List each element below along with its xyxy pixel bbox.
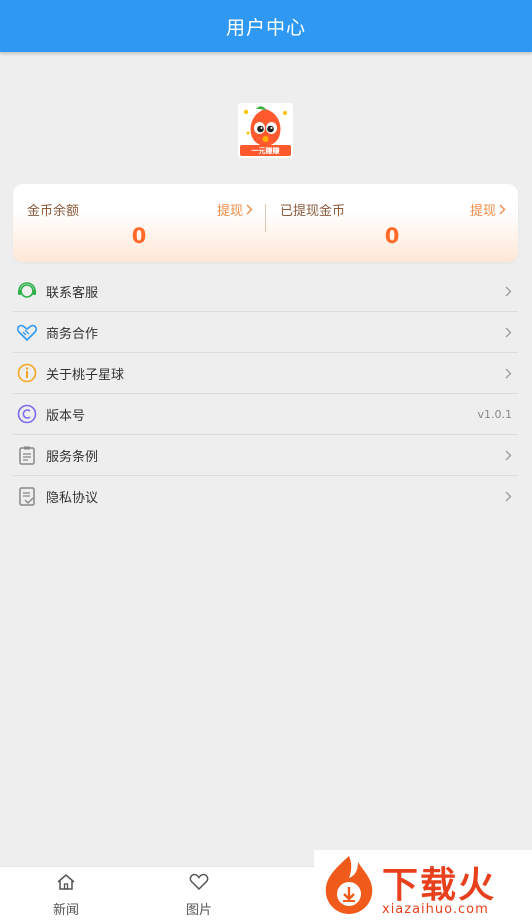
menu-item-label: 商务合作 xyxy=(46,326,99,342)
info-icon xyxy=(16,362,38,384)
chevron-right-icon xyxy=(499,204,506,215)
tab-label: 新闻 xyxy=(52,903,79,918)
coin-withdrawn-value: 0 xyxy=(384,224,400,248)
menu-item-label: 联系客服 xyxy=(46,285,99,301)
menu-item-label: 服务条例 xyxy=(46,449,99,465)
coin-withdrawn-panel: 已提现金币 提现 0 xyxy=(266,184,518,262)
menu-item-service-terms[interactable]: 服务条例 xyxy=(13,435,518,476)
coin-balance-label: 金币余额 xyxy=(27,204,80,219)
document-icon xyxy=(16,485,38,507)
avatar[interactable]: 一元赚赚 xyxy=(238,103,293,158)
menu-item-customer-service[interactable]: 联系客服 xyxy=(13,271,518,312)
withdraw-label: 提现 xyxy=(469,204,496,219)
page-title: 用户中心 xyxy=(225,16,306,39)
version-value: v1.0.1 xyxy=(477,407,513,421)
header-bar: 用户中心 xyxy=(0,0,532,52)
settings-menu: 联系客服 商务合作 关于桃子星球 版本号 v1.0.1 服务条例 隐私协议 xyxy=(13,271,518,516)
watermark-logo: 下载火 xiazaihuo.com xyxy=(314,850,532,920)
customer-service-icon xyxy=(16,280,38,302)
coin-balance-panel: 金币余额 提现 0 xyxy=(13,184,265,262)
tab-label: 图片 xyxy=(185,903,212,918)
coin-withdrawn-label: 已提现金币 xyxy=(280,204,346,219)
tab-news[interactable]: 新闻 xyxy=(36,873,96,918)
chevron-right-icon xyxy=(505,435,512,475)
withdraw-label: 提现 xyxy=(216,204,243,219)
menu-item-label: 隐私协议 xyxy=(46,490,99,506)
menu-item-label: 版本号 xyxy=(46,408,86,424)
menu-item-version[interactable]: 版本号 v1.0.1 xyxy=(13,394,518,435)
avatar-badge-text: 一元赚赚 xyxy=(251,147,280,155)
copyright-icon xyxy=(16,403,38,425)
chevron-right-icon xyxy=(505,271,512,311)
coin-balance-value: 0 xyxy=(131,224,147,248)
clipboard-icon xyxy=(16,444,38,466)
watermark-url: xiazaihuo.com xyxy=(382,902,489,917)
chevron-right-icon xyxy=(246,204,253,215)
tab-pictures[interactable]: 图片 xyxy=(169,873,229,918)
home-icon xyxy=(57,874,75,890)
chevron-right-icon xyxy=(505,476,512,516)
menu-item-business[interactable]: 商务合作 xyxy=(13,312,518,353)
menu-item-privacy[interactable]: 隐私协议 xyxy=(13,476,518,516)
coin-balance-withdraw-button[interactable]: 提现 xyxy=(217,200,253,219)
chevron-right-icon xyxy=(505,312,512,352)
watermark-text: 下载火 xyxy=(382,865,497,906)
coin-withdrawn-withdraw-button[interactable]: 提现 xyxy=(470,200,506,219)
menu-item-about[interactable]: 关于桃子星球 xyxy=(13,353,518,394)
heart-icon xyxy=(189,873,209,891)
flame-logo-icon xyxy=(325,856,373,914)
coin-card: 金币余额 提现 0 已提现金币 提现 0 xyxy=(13,184,518,262)
menu-item-label: 关于桃子星球 xyxy=(46,367,125,383)
chevron-right-icon xyxy=(505,353,512,393)
handshake-icon xyxy=(16,321,38,343)
